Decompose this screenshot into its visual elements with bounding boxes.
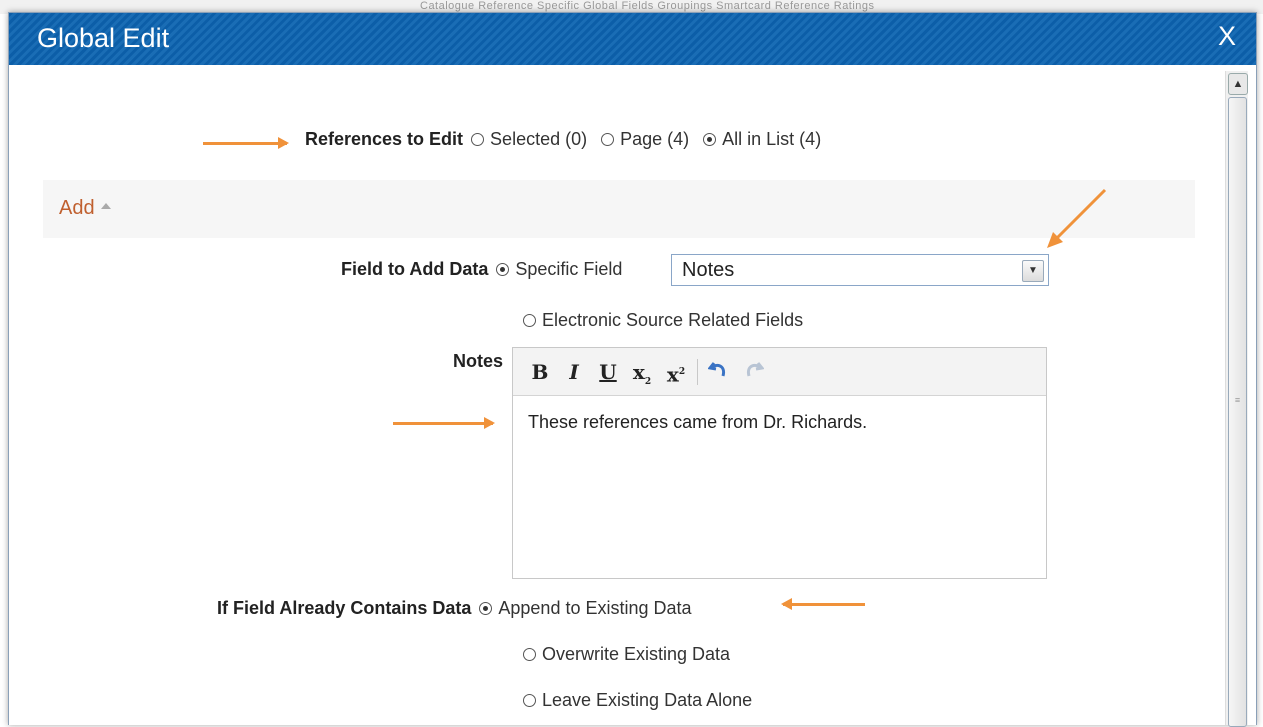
notes-label-row: Notes xyxy=(453,351,503,372)
radio-leave-alone[interactable] xyxy=(523,694,536,707)
radio-page-option[interactable]: Page (4) xyxy=(601,129,689,150)
radio-electronic-source-label: Electronic Source Related Fields xyxy=(542,310,804,330)
field-to-add-label: Field to Add Data xyxy=(341,259,489,279)
add-section-header[interactable]: Add xyxy=(43,180,1195,238)
radio-append-option[interactable]: Append to Existing Data xyxy=(479,598,692,619)
radio-all-in-list-option[interactable]: All in List (4) xyxy=(703,129,821,150)
field-select[interactable]: Notes ▼ xyxy=(671,254,1049,286)
close-button[interactable]: X xyxy=(1218,21,1236,52)
radio-selected[interactable] xyxy=(471,133,485,146)
bold-icon[interactable]: B xyxy=(527,359,553,385)
radio-page-label: Page (4) xyxy=(620,129,690,149)
notes-editor[interactable]: B I U x2 x2 These references came from D… xyxy=(512,347,1047,579)
annotation-arrow-notes xyxy=(393,417,495,429)
radio-append-label: Append to Existing Data xyxy=(498,598,692,618)
italic-icon[interactable]: I xyxy=(561,359,587,385)
radio-all-in-list[interactable] xyxy=(703,133,717,146)
references-to-edit-label: References to Edit xyxy=(305,129,464,149)
radio-overwrite[interactable] xyxy=(523,648,536,661)
radio-specific-field[interactable] xyxy=(496,263,510,276)
radio-specific-field-option[interactable]: Specific Field xyxy=(496,259,622,280)
radio-overwrite-label: Overwrite Existing Data xyxy=(542,644,731,664)
add-section-toggle[interactable]: Add xyxy=(59,197,111,220)
underline-icon[interactable]: U xyxy=(595,359,621,385)
redo-icon[interactable] xyxy=(740,359,766,385)
annotation-arrow-append xyxy=(781,598,865,610)
field-select-value: Notes xyxy=(682,259,735,281)
notes-text[interactable]: These references came from Dr. Richards. xyxy=(528,412,867,433)
grip-icon: ≡ xyxy=(1234,395,1241,405)
radio-leave-alone-label: Leave Existing Data Alone xyxy=(542,690,753,710)
leave-alone-row: Leave Existing Data Alone xyxy=(523,690,766,711)
add-section-label: Add xyxy=(59,197,95,219)
existing-data-label: If Field Already Contains Data xyxy=(217,598,472,618)
scrollbar-thumb[interactable]: ≡ xyxy=(1228,97,1247,727)
dialog-title: Global Edit xyxy=(37,23,170,53)
collapse-arrow-icon xyxy=(100,202,111,209)
annotation-arrow-dropdown xyxy=(1047,188,1107,248)
radio-page[interactable] xyxy=(601,133,615,146)
radio-leave-alone-option[interactable]: Leave Existing Data Alone xyxy=(523,690,752,711)
superscript-icon[interactable]: x2 xyxy=(663,359,689,386)
field-to-add-row: Field to Add Data Specific Field xyxy=(341,259,636,280)
radio-electronic-source[interactable] xyxy=(523,314,536,327)
radio-electronic-source-option[interactable]: Electronic Source Related Fields xyxy=(523,310,803,331)
references-to-edit-row: References to Edit Selected (0) Page (4)… xyxy=(305,129,835,150)
scroll-up-arrow-icon[interactable]: ▲ xyxy=(1228,73,1248,95)
radio-selected-label: Selected (0) xyxy=(490,129,588,149)
annotation-arrow-references xyxy=(203,137,289,149)
vertical-scrollbar[interactable]: ▲ ≡ xyxy=(1225,71,1248,727)
electronic-source-row: Electronic Source Related Fields xyxy=(523,310,817,331)
background-tabs: Catalogue Reference Specific Global Fiel… xyxy=(420,0,875,12)
radio-overwrite-option[interactable]: Overwrite Existing Data xyxy=(523,644,730,665)
dialog-titlebar: Global Edit X xyxy=(9,13,1256,65)
subscript-icon[interactable]: x2 xyxy=(629,359,655,387)
overwrite-row: Overwrite Existing Data xyxy=(523,644,744,665)
radio-specific-field-label: Specific Field xyxy=(515,259,623,279)
toolbar-divider xyxy=(697,358,698,385)
notes-label: Notes xyxy=(453,351,504,371)
editor-toolbar: B I U x2 x2 xyxy=(513,348,1046,396)
radio-selected-option[interactable]: Selected (0) xyxy=(471,129,587,150)
radio-all-in-list-label: All in List (4) xyxy=(722,129,822,149)
undo-icon[interactable] xyxy=(706,359,732,385)
existing-data-row: If Field Already Contains Data Append to… xyxy=(217,598,706,619)
global-edit-dialog: Global Edit X References to Edit Selecte… xyxy=(8,12,1257,727)
radio-append[interactable] xyxy=(479,602,493,615)
